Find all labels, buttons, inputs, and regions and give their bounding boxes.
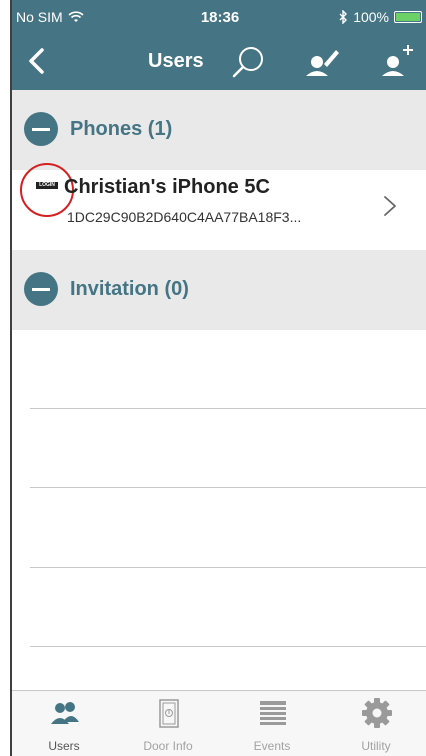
tab-bar: Users Door Info Events Utility bbox=[12, 690, 426, 756]
search-icon[interactable] bbox=[230, 42, 268, 82]
collapse-minus-icon[interactable] bbox=[24, 112, 58, 146]
page-title: Users bbox=[148, 50, 204, 72]
tab-label: Utility bbox=[361, 739, 391, 753]
door-icon bbox=[159, 699, 179, 728]
back-chevron-icon[interactable] bbox=[22, 45, 52, 77]
tab-label: Events bbox=[253, 739, 291, 753]
bluetooth-icon bbox=[339, 10, 348, 24]
add-user-icon[interactable] bbox=[376, 40, 416, 82]
edit-user-icon[interactable] bbox=[302, 42, 342, 82]
events-list-icon bbox=[260, 701, 286, 725]
section-title-phones: Phones (1) bbox=[70, 118, 173, 140]
users-list: Phones (1) LOGIN Christian's iPhone 5C 1… bbox=[12, 90, 426, 690]
list-separator bbox=[30, 487, 426, 488]
battery-percent: 100% bbox=[353, 9, 389, 25]
chevron-right-icon bbox=[384, 196, 396, 216]
tab-label: Users bbox=[48, 739, 80, 753]
phone-screen: No SIM 18:36 100% Users Phones (1) LOGIN… bbox=[10, 0, 426, 756]
nav-bar: Users bbox=[12, 32, 426, 90]
status-bar: No SIM 18:36 100% bbox=[12, 0, 426, 32]
list-separator bbox=[30, 567, 426, 568]
phone-uid: 1DC29C90B2D640C4AA77BA18F3... bbox=[67, 209, 302, 225]
collapse-minus-icon[interactable] bbox=[24, 272, 58, 306]
tab-utility[interactable]: Utility bbox=[324, 691, 426, 756]
status-right: 100% bbox=[338, 9, 422, 25]
list-separator bbox=[30, 646, 426, 647]
tab-door-info[interactable]: Door Info bbox=[116, 691, 220, 756]
tab-label: Door Info bbox=[143, 739, 193, 753]
list-separator bbox=[30, 408, 426, 409]
section-header-invitation[interactable]: Invitation (0) bbox=[12, 250, 426, 330]
section-title-invitation: Invitation (0) bbox=[70, 278, 189, 300]
section-header-phones[interactable]: Phones (1) bbox=[12, 90, 426, 170]
users-icon bbox=[51, 702, 79, 724]
battery-icon bbox=[394, 11, 422, 23]
tab-users[interactable]: Users bbox=[12, 691, 116, 756]
gear-icon bbox=[362, 698, 392, 728]
phone-name: Christian's iPhone 5C bbox=[64, 176, 270, 198]
phone-list-item[interactable]: LOGIN Christian's iPhone 5C 1DC29C90B2D6… bbox=[12, 163, 426, 250]
tab-events[interactable]: Events bbox=[220, 691, 324, 756]
